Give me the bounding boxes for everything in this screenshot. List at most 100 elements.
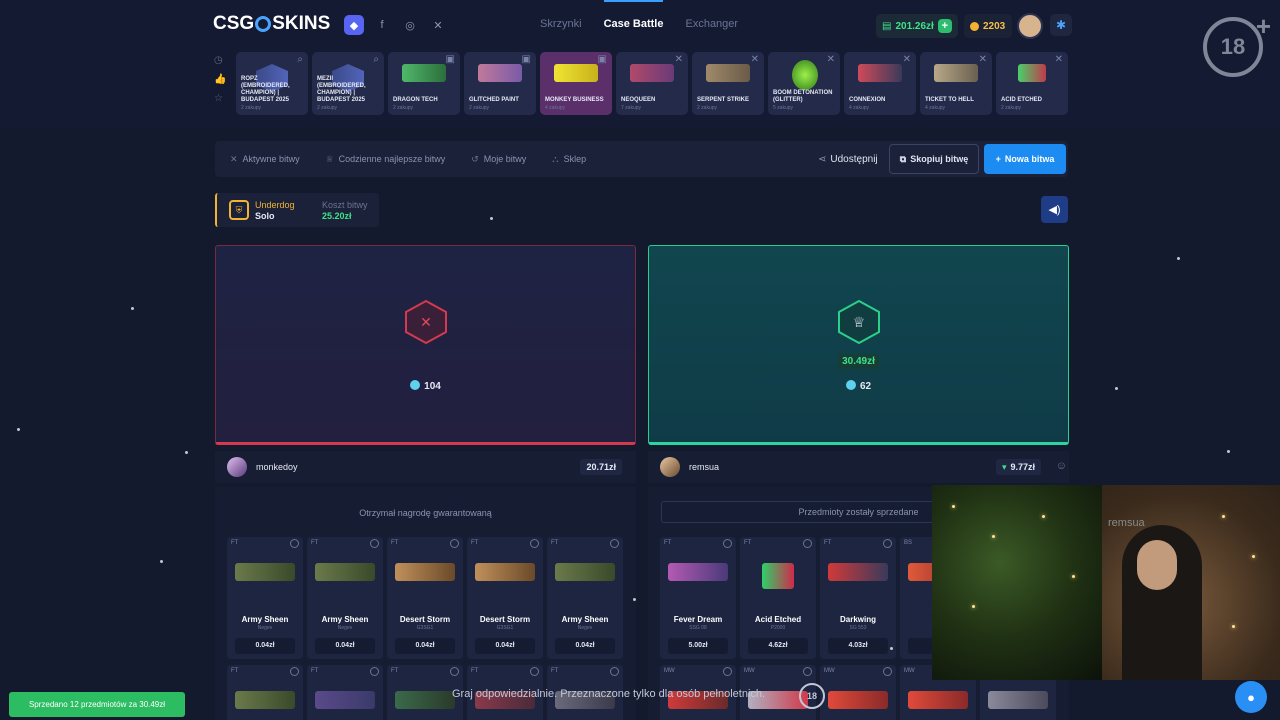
case-sub: 2 zakupy [1001,105,1022,111]
close-icon[interactable]: ✕ [751,54,759,65]
item-card[interactable]: FT Acid Etched P2000 4.62zł [740,537,816,659]
select-icon[interactable] [530,667,539,676]
case-name: Boom Detonation (Glitter) [773,90,833,103]
select-icon[interactable] [883,667,892,676]
remove-icon[interactable]: ▣ [522,54,531,65]
avatar[interactable] [227,457,247,477]
gear-icon[interactable]: ✱ [1050,14,1072,36]
x-icon[interactable]: ✕ [428,15,448,35]
copy-battle-button[interactable]: ⧉ Skopiuj bitwę [889,144,979,174]
item-card[interactable]: FT Fever Dream SSG 08 5.00zł [660,537,736,659]
logo-text-right: SKINS [272,13,331,34]
case-card[interactable]: ⌕ RopZ (Embroidered, Champion) | Budapest… [236,52,308,115]
clock-icon[interactable]: ◷ [214,55,226,66]
select-icon[interactable] [803,539,812,548]
select-icon[interactable] [723,667,732,676]
case-card[interactable]: ✕ Neoqueen 7 zakupy [616,52,688,115]
case-card[interactable]: ▣ Monkey Business 4 zakupy [540,52,612,115]
instagram-icon[interactable]: ◎ [400,15,420,35]
gem-icon [410,380,421,390]
case-card[interactable]: ✕ Connexion 4 zakupy [844,52,916,115]
case-card[interactable]: ✕ Acid Etched 2 zakupy [996,52,1068,115]
select-icon[interactable] [370,539,379,548]
emoji-icon[interactable]: ☺ [1056,460,1067,472]
coins-balance[interactable]: 2203 [964,14,1012,38]
case-image [478,64,522,82]
select-icon[interactable] [530,539,539,548]
case-sub: 2 zakupy [241,105,262,111]
case-card[interactable]: ▣ Glitched Paint 2 zakupy [464,52,536,115]
select-icon[interactable] [290,539,299,548]
shield-icon: ⛨ [229,200,249,220]
case-card[interactable]: ▣ Dragon Tech 2 zakupy [388,52,460,115]
select-icon[interactable] [723,539,732,548]
share-button[interactable]: ⋖ Udostępnij [818,154,878,165]
select-icon[interactable] [290,667,299,676]
close-icon[interactable]: ✕ [903,54,911,65]
item-price: 4.62zł [748,638,808,654]
trophy-icon: ♕ [325,154,334,164]
copy-label: Skopiuj bitwę [910,154,969,164]
item-card[interactable]: FT Army Sheen Negev 0.04zł [547,537,623,659]
case-card[interactable]: ✕ Serpent Strike 2 zakupy [692,52,764,115]
player-panel-loser: ✕ 104 [215,245,636,445]
sound-toggle-button[interactable]: ◀) [1041,196,1068,223]
nav-exchanger[interactable]: Exchanger [685,18,738,30]
player-name[interactable]: remsua [689,462,719,472]
nav-skrzynki[interactable]: Skrzynki [540,18,582,30]
close-icon[interactable]: ✕ [827,54,835,65]
avatar[interactable] [660,457,680,477]
item-card[interactable]: FT Desert Storm G3SG1 0.04zł [387,537,463,659]
facebook-icon[interactable]: f [372,15,392,35]
close-icon[interactable]: ✕ [979,54,987,65]
thumb-up-icon[interactable]: 👍 [214,74,226,85]
select-icon[interactable] [370,667,379,676]
select-icon[interactable] [450,667,459,676]
item-card[interactable]: FT Desert Storm G3SG1 0.04zł [467,537,543,659]
select-icon[interactable] [610,539,619,548]
nav-case-battle[interactable]: Case Battle [603,0,663,30]
main-nav: Skrzynki Case Battle Exchanger [540,0,738,30]
site-logo[interactable]: CSG SKINS [213,13,330,35]
tab-shop[interactable]: ⛬ Sklep [552,154,586,165]
select-icon[interactable] [803,667,812,676]
player-total: 9.77zł [995,459,1041,475]
snowflake [160,560,163,563]
remove-icon[interactable]: ▣ [598,54,607,65]
user-avatar[interactable] [1017,13,1043,39]
item-price: 0.04zł [475,638,535,654]
star-icon[interactable]: ☆ [214,93,226,104]
top-bar: CSG SKINS ◆ f ◎ ✕ Skrzynki Case Battle E… [0,0,1280,128]
select-icon[interactable] [610,667,619,676]
discord-icon[interactable]: ◆ [344,15,364,35]
item-weapon: Negev [337,625,353,631]
item-card[interactable]: FT Army Sheen Negev 0.04zł [227,537,303,659]
sold-toast[interactable]: Sprzedano 12 przedmiotów za 30.49zł [9,692,185,717]
player-name[interactable]: monkedoy [256,462,298,472]
item-card[interactable]: MW [820,665,896,720]
remove-icon[interactable]: ▣ [446,54,455,65]
select-icon[interactable] [883,539,892,548]
new-battle-button[interactable]: + Nowa bitwa [984,144,1066,174]
chat-icon[interactable]: ● [1235,681,1267,713]
item-card[interactable]: FT Darkwing SG 553 4.03zł [820,537,896,659]
case-card[interactable]: ⌕ mezii (Embroidered, Champion) | Budapes… [312,52,384,115]
tab-active-battles[interactable]: ✕ Aktywne bitwy [230,154,300,165]
select-icon[interactable] [450,539,459,548]
item-card[interactable]: FT [307,665,383,720]
webcam-plants [932,485,1102,680]
case-card[interactable]: ✕ Ticket to Hell 4 zakupy [920,52,992,115]
item-card[interactable]: FT [227,665,303,720]
close-icon[interactable]: ✕ [1055,54,1063,65]
search-icon[interactable]: ⌕ [297,54,303,65]
item-card[interactable]: FT Army Sheen Negev 0.04zł [307,537,383,659]
case-card[interactable]: ✕ Boom Detonation (Glitter) 5 zakupy [768,52,840,115]
gems-count: 62 [649,380,1068,392]
deposit-button[interactable]: + [937,19,952,33]
tab-my-battles[interactable]: ↺ Moje bitwy [471,154,526,165]
search-icon[interactable]: ⌕ [373,54,379,65]
tab-daily-best[interactable]: ♕ Codzienne najlepsze bitwy [326,154,446,165]
close-icon[interactable]: ✕ [675,54,683,65]
snowflake [131,307,134,310]
wallet-balance[interactable]: ▤ 201.26zł + [876,14,958,38]
